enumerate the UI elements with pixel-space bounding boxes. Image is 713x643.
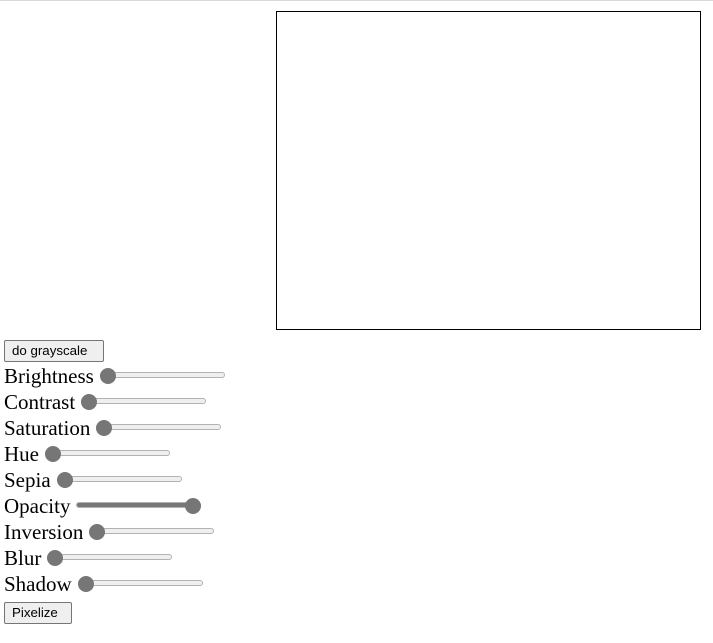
opacity-slider-track [76, 502, 202, 508]
contrast-slider-track [81, 398, 207, 404]
blur-slider-thumb[interactable] [47, 550, 64, 566]
contrast-label: Contrast [4, 390, 76, 414]
shadow-slider-thumb[interactable] [77, 576, 94, 592]
image-canvas[interactable] [276, 11, 701, 330]
slider-row-sepia: Sepia [4, 467, 227, 493]
saturation-slider[interactable] [94, 419, 223, 437]
slider-row-shadow: Shadow [4, 571, 227, 597]
opacity-label: Opacity [4, 494, 71, 518]
brightness-slider-track [99, 372, 225, 378]
slider-row-inversion: Inversion [4, 519, 227, 545]
shadow-label: Shadow [4, 572, 72, 596]
slider-row-saturation: Saturation [4, 415, 227, 441]
saturation-slider-thumb[interactable] [96, 420, 113, 436]
shadow-slider-track [77, 580, 203, 586]
slider-row-hue: Hue [4, 441, 227, 467]
pixelize-button[interactable]: Pixelize [4, 602, 72, 624]
top-divider [0, 0, 713, 1]
hue-slider[interactable] [43, 445, 172, 463]
brightness-slider-thumb[interactable] [99, 368, 116, 384]
inversion-slider-thumb[interactable] [89, 524, 106, 540]
saturation-slider-track [96, 424, 222, 430]
opacity-slider[interactable] [74, 497, 203, 515]
slider-row-brightness: Brightness [4, 363, 227, 389]
brightness-slider[interactable] [98, 367, 227, 385]
grayscale-button[interactable]: do grayscale [4, 340, 104, 362]
contrast-slider[interactable] [79, 393, 208, 411]
hue-label: Hue [4, 442, 39, 466]
brightness-label: Brightness [4, 364, 94, 388]
sepia-slider-track [56, 476, 182, 482]
slider-row-blur: Blur [4, 545, 227, 571]
hue-slider-track [45, 450, 170, 456]
sepia-slider[interactable] [55, 471, 184, 489]
shadow-slider[interactable] [76, 575, 205, 593]
saturation-label: Saturation [4, 416, 91, 440]
contrast-slider-thumb[interactable] [81, 394, 98, 410]
slider-row-contrast: Contrast [4, 389, 227, 415]
inversion-slider[interactable] [87, 523, 216, 541]
sepia-label: Sepia [4, 468, 51, 492]
slider-row-opacity: Opacity [4, 493, 227, 519]
opacity-slider-thumb[interactable] [185, 498, 202, 514]
inversion-label: Inversion [4, 520, 84, 544]
hue-slider-thumb[interactable] [45, 446, 61, 462]
sepia-slider-thumb[interactable] [56, 472, 73, 488]
blur-slider[interactable] [45, 549, 174, 567]
inversion-slider-track [89, 528, 215, 534]
blur-slider-track [47, 554, 173, 560]
blur-label: Blur [4, 546, 42, 570]
filter-controls: do grayscale Brightness Contrast Saturat… [4, 340, 227, 624]
